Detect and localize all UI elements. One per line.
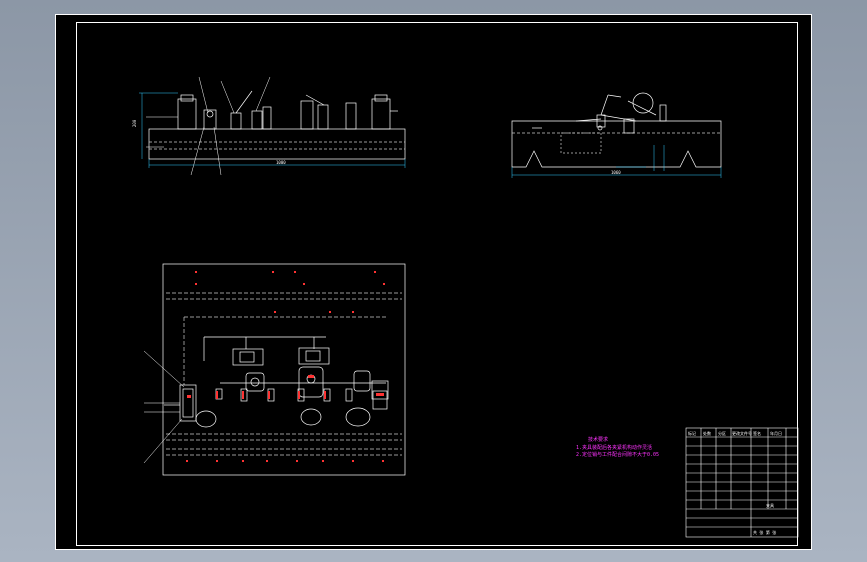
front-view-dimensions (139, 92, 406, 168)
plan-cylinder (179, 384, 197, 422)
side-view-wheel (632, 92, 654, 114)
plan-clamp-1 (232, 348, 264, 366)
side-view-body (511, 120, 722, 168)
front-clamp-1 (177, 98, 197, 130)
plan-locator-3 (345, 407, 371, 427)
title-row-0: 标记 (688, 430, 696, 436)
front-view-width-dim: 1000 (276, 160, 286, 165)
title-row-2: 分区 (718, 430, 726, 436)
title-row-5: 年月日 (770, 430, 782, 436)
note-line-1: 技术要求 (588, 436, 608, 443)
plan-clamp-5 (353, 370, 371, 392)
title-row-1: 处数 (703, 430, 711, 436)
plan-view-red-marks (186, 271, 385, 462)
front-clamp-4 (251, 110, 263, 130)
technical-note: 技术要求 1.夹具装配后各夹紧机构动作灵活 2.定位销与工件配合间隙不大于0.0… (576, 436, 659, 458)
title-block[interactable] (685, 427, 799, 538)
front-clamp-2 (203, 109, 217, 130)
plan-view[interactable] (143, 263, 406, 476)
front-clamp-7 (371, 98, 391, 130)
title-row-3: 更改文件号 (732, 430, 752, 436)
title-block-name: 夹具 (766, 502, 774, 508)
title-block-sheet: 共 张 第 张 (753, 529, 776, 535)
note-line-2: 1.夹具装配后各夹紧机构动作灵活 (576, 444, 652, 451)
front-clamp-6 (345, 102, 357, 130)
drawing-canvas[interactable]: 1000 200 1060 技术要求 1.夹具装配后各夹紧机构动作灵活 2.定位… (55, 14, 812, 550)
front-clamp-5 (300, 100, 314, 130)
plan-clamp-2 (298, 347, 330, 365)
plan-view-base-plate (162, 263, 406, 476)
front-view-base-plate (148, 128, 406, 160)
side-view[interactable] (511, 92, 722, 168)
front-view-height-dim: 200 (132, 119, 137, 127)
note-line-3: 2.定位销与工件配合间隙不大于0.05 (576, 451, 659, 458)
cad-drawing: 1000 200 1060 技术要求 1.夹具装配后各夹紧机构动作灵活 2.定位… (132, 76, 799, 538)
front-clamp-3 (230, 112, 242, 130)
side-view-width-dim: 1060 (611, 170, 621, 175)
plan-locator-1 (195, 410, 217, 428)
plan-clamp-3 (245, 372, 265, 392)
title-row-4: 签名 (753, 430, 761, 436)
plan-locator-2 (300, 408, 322, 426)
plan-clamp-4 (298, 366, 324, 398)
